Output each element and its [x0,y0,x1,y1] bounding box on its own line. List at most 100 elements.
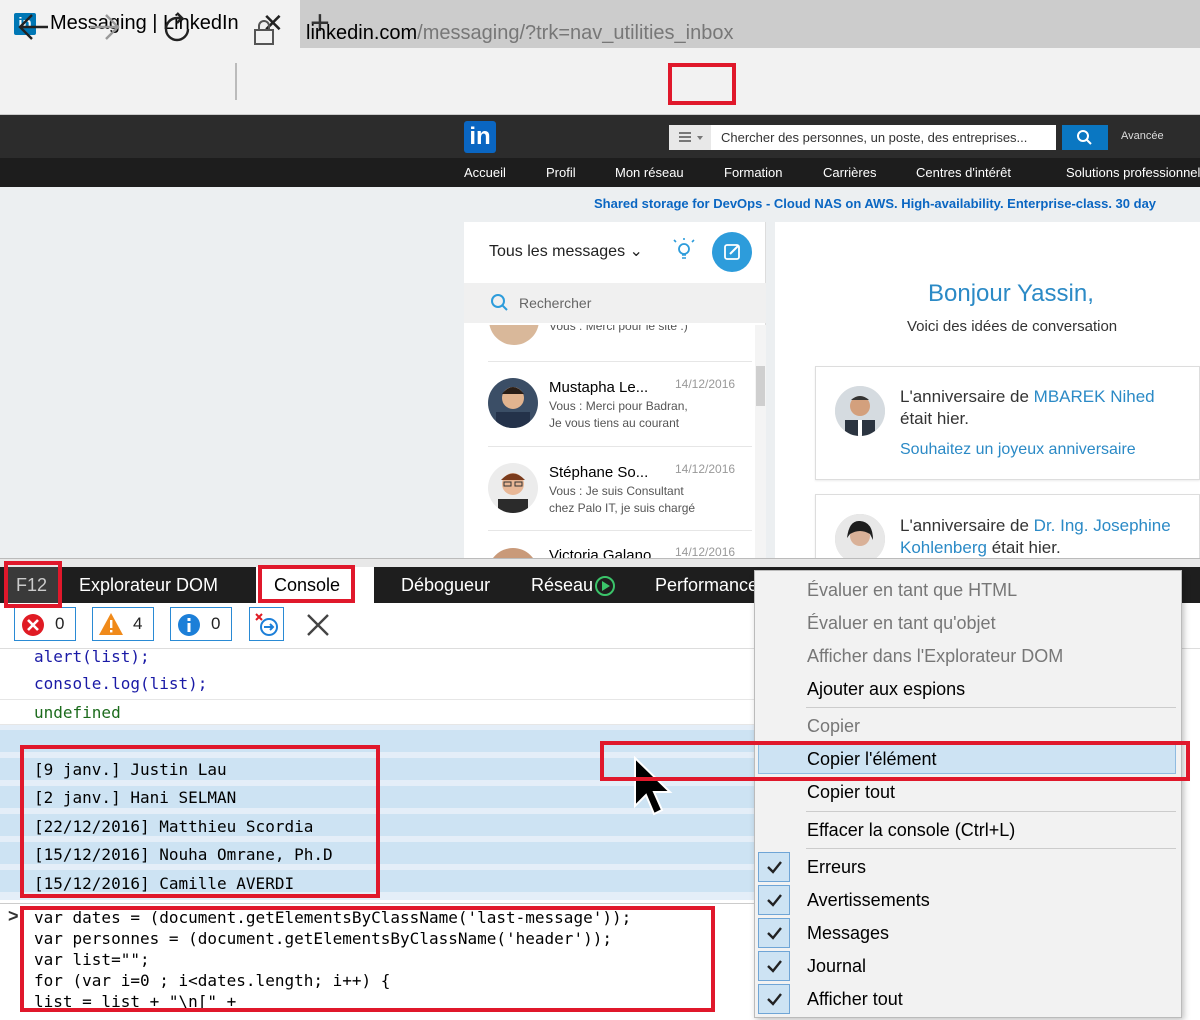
menu-clear-console[interactable]: Effacer la console (Ctrl+L) [807,820,1015,841]
menu-copy-all[interactable]: Copier tout [807,782,895,803]
check-icon [758,918,790,948]
nav-formation[interactable]: Formation [724,165,783,180]
menu-messages[interactable]: Messages [807,923,889,944]
message-date: 14/12/2016 [675,545,736,558]
console-line: console.log(list); [34,674,208,693]
menu-log[interactable]: Journal [807,956,866,977]
wish-birthday-link[interactable]: Souhaitez un joyeux anniversaire [900,441,1136,459]
birthday-suffix: était hier. [900,409,969,428]
nav-accueil[interactable]: Accueil [464,165,506,180]
chevron-down-icon: ⌄ [629,243,643,260]
divider [488,361,752,362]
avatar [488,463,538,513]
clear-console-icon[interactable] [305,612,331,643]
forward-icon[interactable] [88,12,122,51]
errors-filter-button[interactable]: 0 [14,607,76,641]
ad-banner[interactable]: Shared storage for DevOps - Cloud NAS on… [594,196,1156,211]
compose-button[interactable] [712,232,752,272]
menu-show-all[interactable]: Afficher tout [807,989,903,1010]
lightbulb-icon[interactable] [673,238,695,269]
output-line: [2 janv.] Hani SELMAN [34,788,237,807]
clear-on-navigate-button[interactable] [249,607,284,641]
avatar [488,378,538,428]
greeting-subtitle: Voici des idées de conversation [907,318,1118,335]
tab-network-label: Réseau [531,575,594,595]
warning-icon [99,613,123,635]
menu-errors[interactable]: Erreurs [807,857,866,878]
menu-copy-element[interactable]: Copier l'élément [807,749,937,770]
message-date: 14/12/2016 [675,377,736,391]
nav-profil[interactable]: Profil [546,165,576,180]
avatar [835,514,885,564]
nav-carrieres[interactable]: Carrières [823,165,876,180]
divider [0,699,755,700]
message-preview: Vous : Merci pour Badran, [549,399,688,413]
avatar [489,325,539,345]
warnings-count: 4 [133,614,143,633]
message-sender[interactable]: Mustapha Le... [549,379,648,396]
messages-scroll-thumb[interactable] [756,366,765,406]
menu-show-in-dom[interactable]: Afficher dans l'Explorateur DOM [807,646,1063,667]
url-field[interactable]: linkedin.com/messaging/?trk=nav_utilitie… [306,22,733,45]
output-line: [15/12/2016] Camille AVERDI [34,874,295,893]
record-icon [594,575,616,602]
search-button[interactable] [1062,125,1108,150]
linkedin-logo[interactable]: in [464,121,496,153]
input-line: var personnes = (document.getElementsByC… [34,929,612,948]
message-preview: chez Palo IT, je suis chargé [549,501,696,515]
list-item[interactable]: Vous : Merci pour le site :) [464,325,754,361]
nav-centres-interet[interactable]: Centres d'intérêt [916,165,1011,180]
birthday-text: L'anniversaire de Dr. Ing. Josephine Koh… [900,515,1171,559]
back-icon[interactable] [16,12,50,51]
errors-count: 0 [55,614,65,633]
menu-separator [806,811,1176,812]
menu-separator [806,848,1176,849]
birthday-person-link[interactable]: MBAREK Nihed [1034,387,1155,406]
message-preview: Vous : Merci pour le site :) [549,325,688,333]
menu-warnings[interactable]: Avertissements [807,890,930,911]
prompt-chevron-icon: > [8,906,19,926]
warnings-filter-button[interactable]: 4 [92,607,154,641]
menu-copy[interactable]: Copier [807,716,860,737]
search-icon [1077,130,1092,145]
message-sender: Victoria Galano... [549,547,664,558]
birthday-person-link[interactable]: Dr. Ing. Josephine [1034,516,1171,535]
output-line: [9 janv.] Justin Lau [34,760,227,779]
tab-dom-explorer[interactable]: Explorateur DOM [79,575,218,596]
birthday-prefix: L'anniversaire de [900,387,1034,406]
input-line: for (var i=0 ; i<dates.length; i++) { [34,971,391,990]
tab-debugger[interactable]: Débogueur [401,575,490,596]
lock-icon [252,18,276,51]
menu-eval-object[interactable]: Évaluer en tant qu'objet [807,613,996,634]
birthday-person-link-cont[interactable]: Kohlenberg [900,538,987,557]
message-date: 14/12/2016 [675,462,736,476]
output-line: [22/12/2016] Matthieu Scordia [34,817,314,836]
info-count: 0 [211,614,221,633]
check-icon [758,885,790,915]
url-host: linkedin.com [306,22,418,44]
menu-add-watch[interactable]: Ajouter aux espions [807,679,965,700]
check-icon [758,951,790,981]
nav-solutions[interactable]: Solutions professionnel [1066,165,1200,180]
refresh-icon[interactable] [160,12,194,55]
info-filter-button[interactable]: 0 [170,607,232,641]
list-item[interactable]: Victoria Galano... 14/12/2016 [464,540,754,558]
tab-performance[interactable]: Performance [655,575,758,596]
output-row [0,730,755,752]
devtools-splitter[interactable] [0,558,1200,567]
messages-filter[interactable]: Tous les messages ⌄ [489,241,643,261]
message-sender[interactable]: Stéphane So... [549,464,648,481]
advanced-search-link[interactable]: Avancée [1121,130,1164,142]
tab-console[interactable]: Console [274,575,340,596]
menu-eval-html[interactable]: Évaluer en tant que HTML [807,580,1017,601]
input-line: var dates = (document.getElementsByClass… [34,908,632,927]
tab-network[interactable]: Réseau [531,575,593,596]
f12-label: F12 [16,575,48,595]
avatar [488,548,538,558]
error-icon [22,614,44,636]
search-type-dropdown[interactable] [669,125,711,150]
url-path: /messaging/?trk=nav_utilities_inbox [417,22,734,44]
nav-mon-reseau[interactable]: Mon réseau [615,165,684,180]
messages-scrollbar[interactable] [755,325,766,560]
linkedin-search-input[interactable]: Chercher des personnes, un poste, des en… [711,125,1056,150]
